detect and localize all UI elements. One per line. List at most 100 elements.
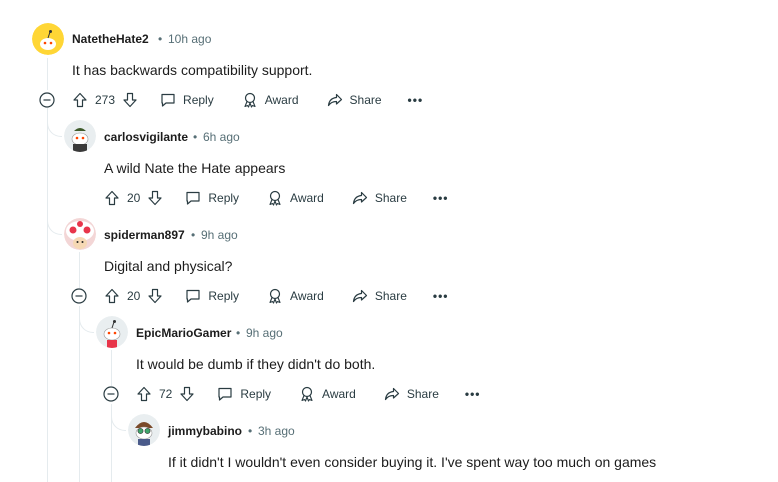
reply-label: Reply bbox=[183, 93, 214, 107]
comment-body: It has backwards compatibility support. bbox=[72, 62, 313, 78]
more-options-button[interactable]: ••• bbox=[465, 387, 481, 401]
thread-connector bbox=[111, 416, 126, 431]
share-button[interactable]: Share bbox=[352, 190, 407, 206]
comment-body: Digital and physical? bbox=[104, 258, 233, 274]
comment-timestamp[interactable]: 9h ago bbox=[246, 326, 283, 340]
comment-separator: • bbox=[158, 32, 163, 46]
thread-line bbox=[79, 252, 80, 288]
reply-label: Reply bbox=[208, 191, 240, 205]
comment-timestamp[interactable]: 6h ago bbox=[203, 130, 240, 144]
share-label: Share bbox=[374, 289, 407, 303]
thread-line bbox=[111, 350, 112, 386]
upvote-icon bbox=[137, 386, 151, 402]
award-label: Award bbox=[264, 93, 299, 107]
thread-line bbox=[47, 58, 48, 90]
upvote-button[interactable] bbox=[104, 190, 120, 206]
comment-username[interactable]: NatetheHate2 bbox=[72, 32, 149, 46]
share-label: Share bbox=[374, 191, 407, 205]
collapse-thread-icon[interactable] bbox=[71, 288, 87, 304]
vote-count: 72 bbox=[159, 387, 173, 401]
reply-button[interactable]: Reply bbox=[217, 386, 271, 402]
thread-line bbox=[47, 108, 48, 482]
downvote-icon bbox=[148, 288, 162, 304]
vote-count: 20 bbox=[127, 191, 141, 205]
snoo-bowtie-avatar[interactable] bbox=[64, 120, 96, 152]
upvote-icon bbox=[105, 190, 119, 206]
toad-avatar[interactable] bbox=[64, 218, 96, 250]
award-label: Award bbox=[322, 387, 356, 401]
reply-label: Reply bbox=[240, 387, 272, 401]
downvote-icon bbox=[180, 386, 194, 402]
reply-icon bbox=[218, 387, 232, 401]
comment-username[interactable]: carlosvigilante bbox=[104, 130, 188, 144]
comment-body: It would be dumb if they didn't do both. bbox=[136, 356, 376, 372]
reply-button[interactable]: Reply bbox=[185, 190, 239, 206]
share-label: Share bbox=[349, 93, 382, 107]
upvote-icon bbox=[73, 92, 87, 108]
more-options-button[interactable]: ••• bbox=[433, 191, 449, 205]
award-icon bbox=[269, 288, 281, 304]
share-icon bbox=[352, 289, 367, 303]
upvote-icon bbox=[105, 288, 119, 304]
award-icon bbox=[301, 386, 313, 402]
comment-username[interactable]: EpicMarioGamer bbox=[136, 326, 231, 340]
downvote-button[interactable] bbox=[179, 386, 195, 402]
downvote-button[interactable] bbox=[147, 288, 163, 304]
downvote-button[interactable] bbox=[147, 190, 163, 206]
comment-actions: 20 Reply Award Share ••• bbox=[104, 286, 448, 306]
upvote-button[interactable] bbox=[104, 288, 120, 304]
vote-count: 20 bbox=[127, 289, 141, 303]
comment-separator: • bbox=[191, 228, 196, 242]
reply-button[interactable]: Reply bbox=[160, 92, 214, 108]
award-label: Award bbox=[290, 289, 324, 303]
snoo-yellow-avatar[interactable] bbox=[32, 23, 64, 55]
comment-timestamp[interactable]: 3h ago bbox=[258, 424, 295, 438]
share-button[interactable]: Share bbox=[327, 92, 382, 108]
award-label: Award bbox=[290, 191, 324, 205]
reply-icon bbox=[161, 93, 175, 107]
award-button[interactable]: Award bbox=[242, 92, 299, 108]
comment-actions: 72 Reply Award Share ••• bbox=[136, 384, 480, 404]
share-button[interactable]: Share bbox=[352, 288, 407, 304]
award-button[interactable]: Award bbox=[299, 386, 356, 402]
share-button[interactable]: Share bbox=[384, 386, 439, 402]
downvote-button[interactable] bbox=[122, 92, 138, 108]
thread-line bbox=[79, 306, 80, 482]
comment-timestamp[interactable]: 9h ago bbox=[201, 228, 238, 242]
collapse-thread-icon[interactable] bbox=[103, 386, 119, 402]
upvote-button[interactable] bbox=[72, 92, 88, 108]
downvote-icon bbox=[123, 92, 137, 108]
award-button[interactable]: Award bbox=[267, 190, 324, 206]
comment-username[interactable]: jimmybabino bbox=[168, 424, 242, 438]
share-label: Share bbox=[406, 387, 439, 401]
share-icon bbox=[352, 191, 367, 205]
downvote-icon bbox=[148, 190, 162, 206]
award-icon bbox=[244, 92, 256, 108]
more-options-button[interactable]: ••• bbox=[433, 289, 449, 303]
more-options-button[interactable]: ••• bbox=[408, 93, 424, 107]
award-button[interactable]: Award bbox=[267, 288, 324, 304]
comment-separator: • bbox=[248, 424, 253, 438]
share-icon bbox=[327, 93, 342, 107]
comment-username[interactable]: spiderman897 bbox=[104, 228, 185, 242]
snoo-goggles-avatar[interactable] bbox=[128, 414, 160, 446]
comment-separator: • bbox=[193, 130, 198, 144]
comment-separator: • bbox=[236, 326, 241, 340]
thread-connector bbox=[47, 220, 62, 235]
comment-actions: 273 Reply Award Share ••• bbox=[72, 90, 423, 110]
award-icon bbox=[269, 190, 281, 206]
reply-label: Reply bbox=[208, 289, 240, 303]
snoo-red-avatar[interactable] bbox=[96, 316, 128, 348]
vote-count: 273 bbox=[95, 93, 116, 107]
comment-body: If it didn't I wouldn't even consider bu… bbox=[168, 454, 657, 470]
collapse-thread-icon[interactable] bbox=[39, 92, 55, 108]
comment-timestamp[interactable]: 10h ago bbox=[168, 32, 211, 46]
thread-connector bbox=[47, 122, 62, 137]
comment-actions: 20 Reply Award Share ••• bbox=[104, 188, 448, 208]
upvote-button[interactable] bbox=[136, 386, 152, 402]
comment-body: A wild Nate the Hate appears bbox=[104, 160, 286, 176]
reply-button[interactable]: Reply bbox=[185, 288, 239, 304]
reply-icon bbox=[186, 289, 200, 303]
thread-connector bbox=[79, 318, 94, 333]
share-icon bbox=[384, 387, 399, 401]
